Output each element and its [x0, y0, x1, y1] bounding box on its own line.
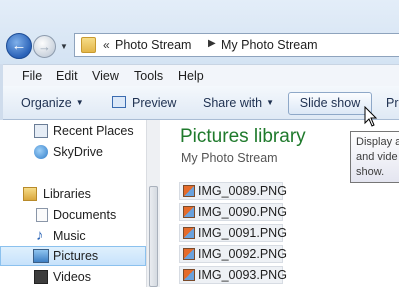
navigation-pane-scrollbar[interactable] [146, 120, 160, 287]
nav-item-documents[interactable]: Documents [0, 205, 146, 225]
file-name: IMG_0092.PNG [198, 247, 287, 261]
print-button[interactable]: Pr [386, 96, 399, 110]
breadcrumb-overflow-chevron[interactable]: « [103, 38, 110, 52]
nav-item-label: Documents [53, 208, 117, 222]
back-arrow-icon: ← [11, 37, 27, 54]
documents-icon [36, 208, 48, 222]
file-item[interactable]: IMG_0089.PNG [179, 182, 287, 200]
menu-file[interactable]: File [22, 69, 42, 83]
png-file-icon [183, 269, 195, 281]
pictures-icon [33, 249, 49, 263]
png-file-icon [183, 248, 195, 260]
file-item[interactable]: IMG_0090.PNG [179, 203, 287, 221]
file-name: IMG_0091.PNG [198, 226, 287, 240]
png-file-icon [183, 206, 195, 218]
recent-pages-dropdown[interactable]: ▼ [60, 42, 68, 51]
file-name: IMG_0093.PNG [198, 268, 287, 282]
menu-view[interactable]: View [92, 69, 119, 83]
address-field[interactable]: « Photo Stream ▶ My Photo Stream [74, 33, 399, 57]
back-button[interactable]: ← [6, 33, 32, 59]
breadcrumb-my-photo-stream[interactable]: My Photo Stream [221, 38, 318, 52]
folder-icon [81, 37, 96, 53]
dropdown-arrow-icon: ▼ [75, 98, 84, 107]
share-with-label: Share with [203, 96, 263, 110]
share-with-button[interactable]: Share with ▼ [203, 96, 274, 110]
libraries-icon [23, 187, 37, 201]
music-icon: ♪ [36, 227, 44, 244]
nav-item-label: Music [53, 229, 86, 243]
nav-item-pictures[interactable]: Pictures [0, 246, 146, 266]
preview-button[interactable]: Preview [132, 96, 176, 110]
mouse-cursor-icon [364, 106, 378, 127]
tooltip-line: Display a [356, 136, 399, 148]
slide-show-tooltip: Display a and vide show. [350, 131, 399, 183]
png-file-icon [183, 227, 195, 239]
file-name: IMG_0089.PNG [198, 184, 287, 198]
nav-item-music[interactable]: ♪ Music [0, 226, 146, 246]
nav-item-videos[interactable]: Videos [0, 267, 146, 287]
menu-tools[interactable]: Tools [134, 69, 163, 83]
menu-bar: File Edit View Tools Help [0, 64, 399, 86]
skydrive-icon [34, 145, 48, 159]
file-item[interactable]: IMG_0093.PNG [179, 266, 287, 284]
nav-item-skydrive[interactable]: SkyDrive [0, 142, 146, 162]
menu-help[interactable]: Help [178, 69, 204, 83]
nav-item-recent-places[interactable]: Recent Places [0, 121, 146, 141]
scrollbar-thumb[interactable] [149, 186, 158, 287]
nav-item-libraries[interactable]: Libraries [0, 184, 146, 204]
file-item[interactable]: IMG_0092.PNG [179, 245, 287, 263]
breadcrumb-separator-icon[interactable]: ▶ [208, 38, 216, 49]
dropdown-arrow-icon: ▼ [266, 98, 274, 107]
nav-item-label: Pictures [53, 249, 99, 263]
file-item[interactable]: IMG_0091.PNG [179, 224, 287, 242]
organize-label: Organize [21, 96, 72, 110]
tooltip-line: and vide [356, 151, 398, 163]
nav-item-label: Videos [53, 270, 91, 284]
slide-show-button[interactable]: Slide show [288, 92, 372, 115]
preview-icon [112, 96, 126, 108]
recent-places-icon [34, 124, 48, 138]
organize-button[interactable]: Organize ▼ [21, 96, 84, 110]
videos-icon [34, 270, 48, 284]
file-name: IMG_0090.PNG [198, 205, 287, 219]
tooltip-line: show. [356, 166, 385, 178]
forward-arrow-icon: → [38, 39, 51, 54]
library-title: Pictures library [180, 126, 306, 147]
png-file-icon [183, 185, 195, 197]
nav-item-label: Recent Places [53, 124, 134, 138]
forward-button[interactable]: → [33, 35, 56, 58]
nav-item-label: Libraries [43, 187, 91, 201]
menu-edit[interactable]: Edit [56, 69, 78, 83]
library-subtitle: My Photo Stream [181, 151, 278, 165]
nav-item-label: SkyDrive [53, 145, 104, 159]
breadcrumb-photo-stream[interactable]: Photo Stream [115, 38, 191, 52]
